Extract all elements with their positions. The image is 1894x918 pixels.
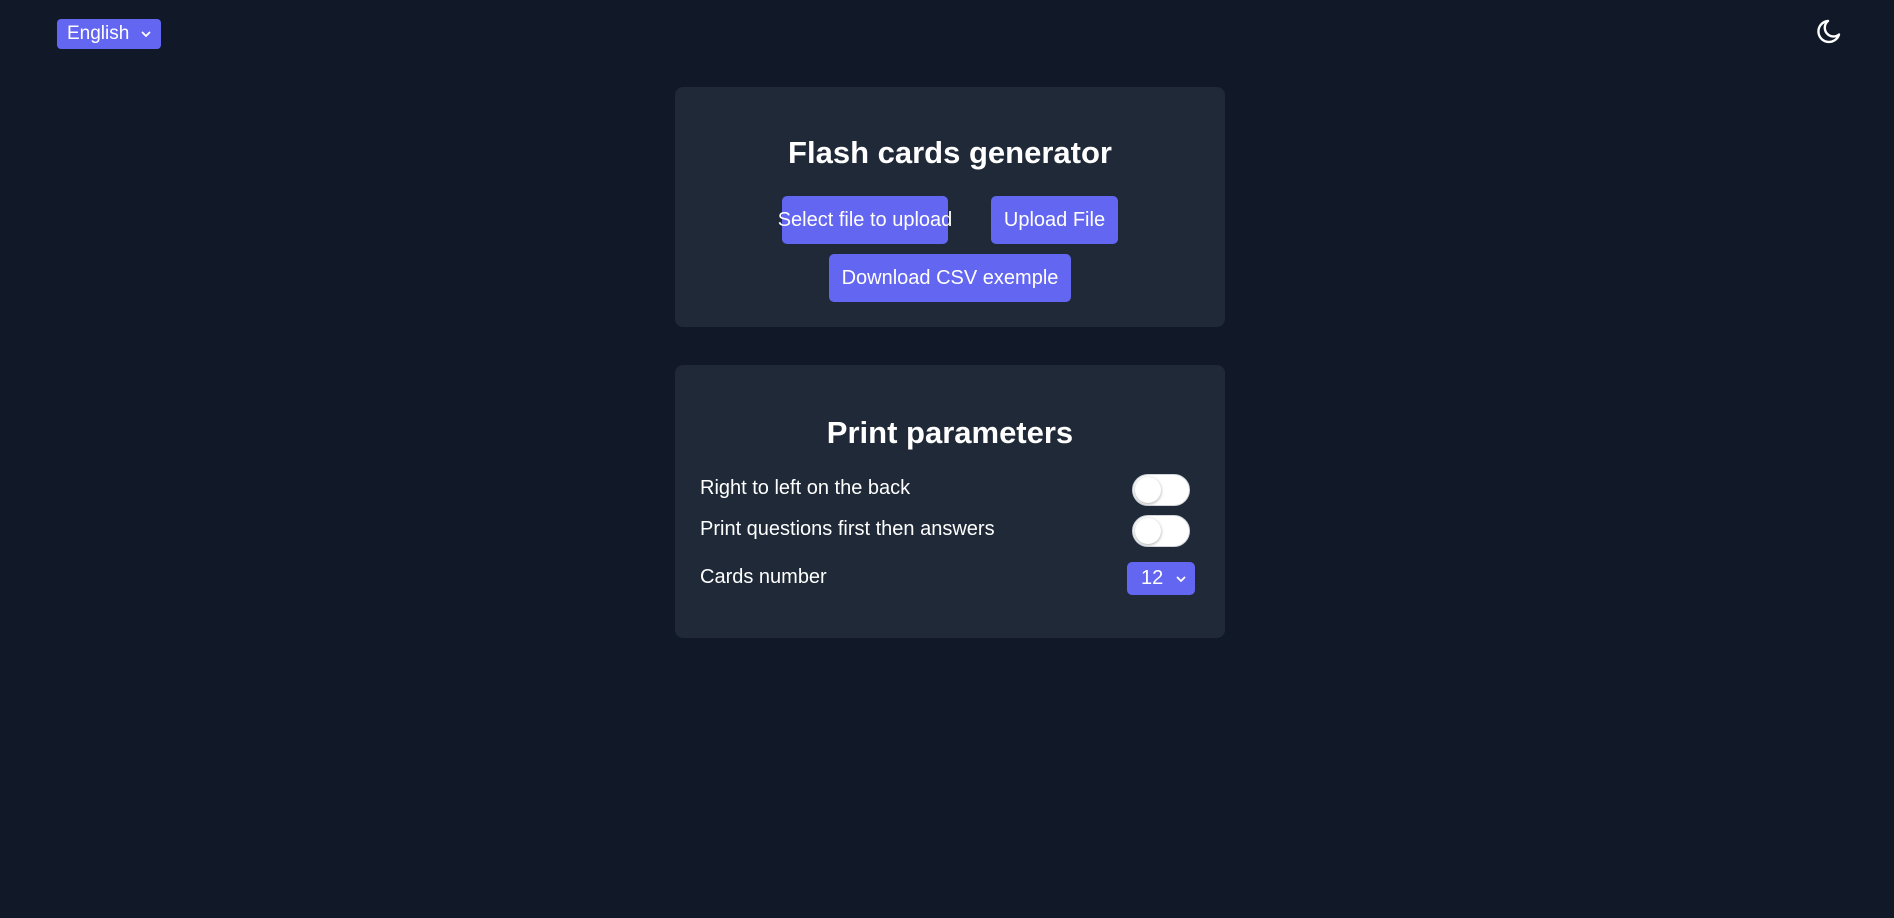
questions-first-label: Print questions first then answers (700, 518, 995, 540)
chevron-down-icon (1176, 576, 1186, 582)
generator-title: Flash cards generator (788, 135, 1112, 170)
cards-number-label: Cards number (700, 566, 827, 588)
questions-first-toggle-knob (1135, 518, 1161, 544)
rtl-toggle[interactable] (1132, 474, 1190, 506)
theme-toggle-button[interactable] (1815, 16, 1845, 46)
language-select[interactable]: English (57, 19, 161, 49)
rtl-toggle-knob (1135, 477, 1161, 503)
select-file-button[interactable]: Select file to upload (778, 196, 952, 244)
cards-number-select[interactable]: 12 (1127, 562, 1195, 595)
generator-card: Flash cards generator Select file to upl… (675, 87, 1225, 327)
print-parameters-card: Print parameters Right to left on the ba… (675, 365, 1225, 638)
upload-file-button[interactable]: Upload File (991, 196, 1118, 244)
cards-number-value: 12 (1141, 567, 1164, 589)
download-csv-button[interactable]: Download CSV exemple (829, 254, 1071, 302)
rtl-label: Right to left on the back (700, 477, 911, 499)
print-parameters-title: Print parameters (826, 415, 1074, 450)
language-select-value: English (67, 23, 130, 44)
moon-icon (1817, 19, 1841, 44)
chevron-down-icon (141, 31, 151, 37)
questions-first-toggle[interactable] (1132, 515, 1190, 547)
